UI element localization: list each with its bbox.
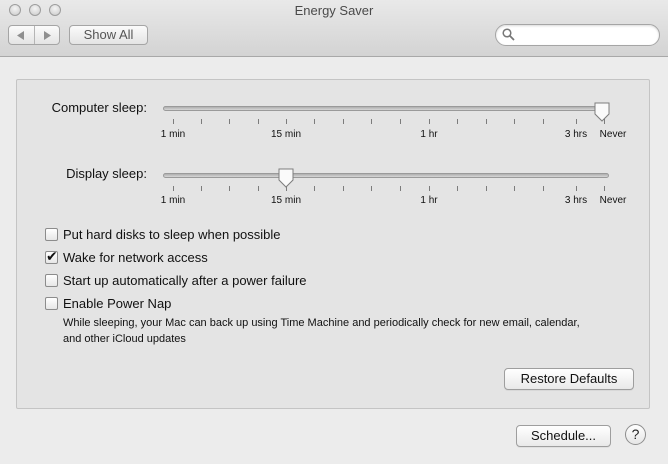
slider-tick-mark [258,119,259,124]
slider-tick-mark [400,186,401,191]
slider-tick-mark [486,186,487,191]
slider-tick-mark [576,186,577,191]
slider-tick-mark [429,186,430,191]
power-nap-description: While sleeping, your Mac can back up usi… [63,317,580,345]
computer-sleep-tick-label: 1 hr [420,129,438,140]
slider-tick-mark [314,186,315,191]
back-forward-control [8,25,60,45]
slider-tick-mark [201,186,202,191]
slider-tick-mark [201,119,202,124]
display-sleep-slider-thumb[interactable] [277,168,295,188]
title-bar: Energy Saver Show All [0,0,668,57]
display-sleep-tick-label: Never [599,195,627,206]
slider-tick-mark [429,119,430,124]
power-nap-label: Enable Power Nap [63,296,172,311]
computer-sleep-tick-label: 3 hrs [564,129,588,140]
power-nap-checkbox[interactable] [45,297,58,310]
display-sleep-label: Display sleep: [66,166,147,181]
display-sleep-tick-label: 1 min [160,195,186,206]
slider-tick-mark [286,119,287,124]
slider-tick-mark [173,119,174,124]
slider-tick-mark [604,186,605,191]
computer-sleep-label: Computer sleep: [51,100,147,115]
slider-tick-mark [486,119,487,124]
checkbox-row-power-nap[interactable]: Enable Power Nap [45,296,171,311]
hard-disk-sleep-label: Put hard disks to sleep when possible [63,227,281,242]
computer-sleep-tick-label: 15 min [270,129,302,140]
checkbox-row-hard-disk-sleep[interactable]: Put hard disks to sleep when possible [45,227,281,242]
search-input[interactable] [518,27,652,43]
display-sleep-tick-label: 3 hrs [564,195,588,206]
back-button[interactable] [9,26,34,44]
computer-sleep-tick-label: Never [599,129,627,140]
restore-defaults-button[interactable]: Restore Defaults [504,368,634,390]
slider-tick-mark [514,186,515,191]
slider-tick-mark [400,119,401,124]
display-sleep-tick-label: 15 min [270,195,302,206]
computer-sleep-slider-track[interactable] [163,106,609,111]
slider-tick-mark [314,119,315,124]
startup-power-failure-label: Start up automatically after a power fai… [63,273,307,288]
slider-tick-mark [258,186,259,191]
search-field[interactable] [495,24,660,46]
slider-tick-mark [543,186,544,191]
help-button[interactable]: ? [625,424,646,445]
wake-network-checkbox[interactable]: ✔ [45,248,58,264]
forward-button[interactable] [33,26,60,44]
computer-sleep-slider-thumb[interactable] [593,102,611,122]
search-icon [502,28,515,41]
checkmark-icon: ✔ [46,248,58,264]
slider-tick-mark [576,119,577,124]
settings-panel [16,79,650,409]
slider-tick-mark [514,119,515,124]
slider-tick-mark [371,119,372,124]
checkbox-row-startup-power-failure[interactable]: Start up automatically after a power fai… [45,273,307,288]
slider-tick-mark [457,119,458,124]
slider-tick-mark [457,186,458,191]
back-arrow-icon [17,30,25,40]
schedule-button[interactable]: Schedule... [516,425,611,447]
slider-tick-mark [543,119,544,124]
hard-disk-sleep-checkbox[interactable] [45,228,58,241]
wake-network-label: Wake for network access [63,250,208,265]
show-all-button[interactable]: Show All [69,25,148,45]
slider-tick-mark [229,119,230,124]
forward-arrow-icon [43,30,51,40]
slider-tick-mark [343,119,344,124]
slider-tick-mark [371,186,372,191]
startup-power-failure-checkbox[interactable] [45,274,58,287]
computer-sleep-tick-label: 1 min [160,129,186,140]
checkbox-row-wake-network[interactable]: ✔ Wake for network access [45,248,208,265]
slider-tick-mark [343,186,344,191]
window-title: Energy Saver [294,3,374,18]
display-sleep-slider-track[interactable] [163,173,609,178]
energy-saver-window: Energy Saver Show All Computer sleep: 1 … [0,0,668,464]
slider-tick-mark [173,186,174,191]
display-sleep-tick-label: 1 hr [420,195,438,206]
slider-tick-mark [229,186,230,191]
